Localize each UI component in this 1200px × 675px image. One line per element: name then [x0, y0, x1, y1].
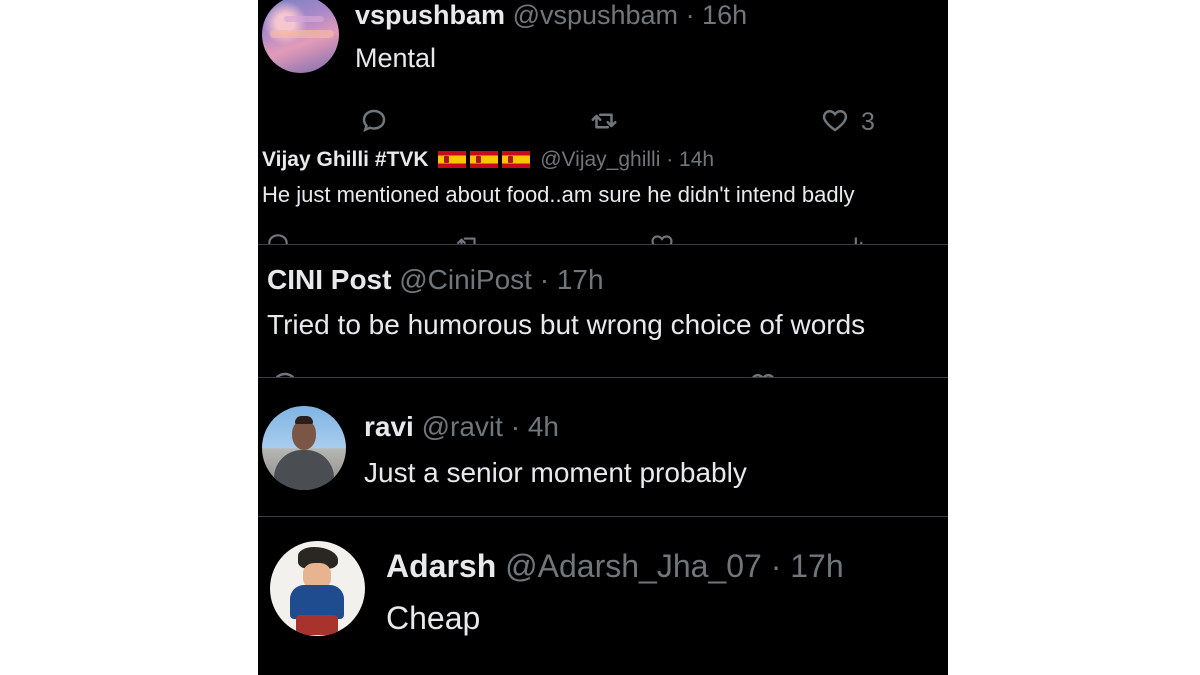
- user-handle[interactable]: @Adarsh_Jha_07: [505, 548, 762, 584]
- spain-flag-icon: [470, 151, 499, 168]
- tweet-text: He just mentioned about food..am sure he…: [262, 182, 855, 207]
- spain-flag-icon: [438, 151, 467, 168]
- views-icon[interactable]: [844, 231, 872, 244]
- reply-icon[interactable]: [264, 231, 292, 244]
- spain-flag-icon: [502, 151, 531, 168]
- like-count: 3: [861, 108, 875, 136]
- tweet-cini-post[interactable]: CINI Post @CiniPost · 17h Tried to be hu…: [258, 245, 948, 377]
- user-handle[interactable]: @CiniPost: [399, 264, 532, 295]
- heart-icon[interactable]: [818, 105, 852, 135]
- user-handle[interactable]: @vspushbam: [513, 0, 678, 30]
- avatar[interactable]: [270, 541, 365, 636]
- timestamp[interactable]: · 16h: [686, 0, 748, 30]
- display-name[interactable]: vspushbam: [355, 0, 505, 30]
- tweet-text: Mental: [355, 43, 437, 73]
- tweet-text: Just a senior moment probably: [364, 457, 747, 488]
- tweet-ravi[interactable]: ravi @ravit · 4h Just a senior moment pr…: [258, 378, 948, 516]
- avatar[interactable]: [262, 406, 346, 490]
- heart-icon[interactable]: [648, 231, 676, 244]
- reply-icon[interactable]: [268, 369, 302, 377]
- reply-icon[interactable]: [358, 106, 390, 136]
- user-handle[interactable]: @Vijay_ghilli: [540, 148, 660, 171]
- tweet-vspushbam[interactable]: vspushbam @vspushbam · 16h Mental 3: [258, 0, 948, 147]
- heart-icon[interactable]: [746, 369, 780, 377]
- retweet-icon[interactable]: [454, 231, 482, 244]
- tweet-adarsh[interactable]: Adarsh @Adarsh_Jha_07 · 17h Cheap: [258, 517, 948, 675]
- display-name[interactable]: ravi: [364, 411, 414, 442]
- retweet-icon[interactable]: [587, 106, 621, 136]
- timestamp[interactable]: · 4h: [511, 411, 559, 442]
- display-name[interactable]: Vijay Ghilli #TVK: [262, 148, 429, 171]
- tweet-vijay-ghilli[interactable]: Vijay Ghilli #TVK @Vijay_ghilli · 14h He…: [258, 147, 948, 244]
- tweet-text: Cheap: [386, 600, 481, 636]
- timestamp[interactable]: · 17h: [771, 548, 844, 584]
- reply-screenshot-collage: vspushbam @vspushbam · 16h Mental 3 Vija…: [258, 0, 948, 675]
- timestamp[interactable]: · 17h: [540, 264, 604, 295]
- user-handle[interactable]: @ravit: [422, 411, 503, 442]
- avatar[interactable]: [262, 0, 339, 73]
- display-name[interactable]: CINI Post: [267, 264, 391, 295]
- tweet-text: Tried to be humorous but wrong choice of…: [267, 309, 866, 340]
- display-name[interactable]: Adarsh: [386, 548, 496, 584]
- timestamp[interactable]: · 14h: [666, 148, 714, 171]
